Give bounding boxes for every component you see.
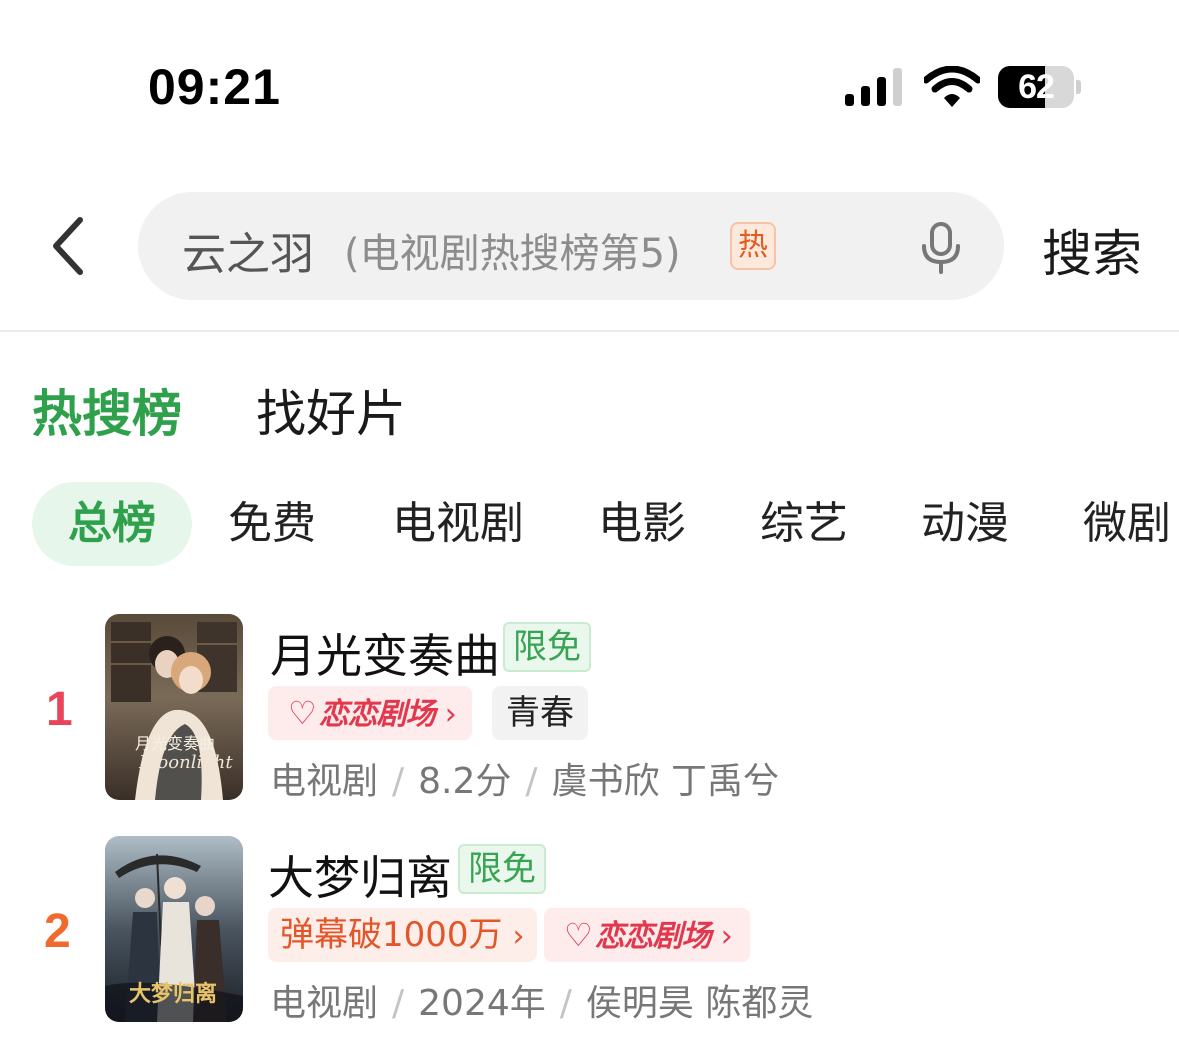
battery-icon: 62 xyxy=(998,66,1082,108)
search-query-text: 云之羽 xyxy=(182,229,314,280)
meta-separator: / xyxy=(525,761,538,802)
free-badge: 限免 xyxy=(458,844,546,894)
search-hint-text: (电视剧热搜榜第5) xyxy=(344,231,681,277)
chevron-right-icon: › xyxy=(444,697,457,732)
page: 09:21 62 云之羽 (电视剧热搜榜第5) 热 搜索 热搜榜 找好片 总榜 … xyxy=(0,0,1179,1051)
brand-tag-button[interactable]: ♡恋恋剧场 › xyxy=(544,908,750,962)
brand-tag-button[interactable]: ♡恋恋剧场 › xyxy=(268,686,472,740)
battery-cap xyxy=(1076,80,1081,94)
heart-logo-icon: ♡ xyxy=(288,694,317,732)
meta-separator: / xyxy=(559,983,572,1024)
chevron-right-icon: › xyxy=(720,919,733,954)
chip-variety[interactable]: 综艺 xyxy=(760,482,848,566)
show-cast: 侯明昊 陈都灵 xyxy=(585,983,814,1024)
divider xyxy=(0,330,1179,332)
tab-hot-search[interactable]: 热搜榜 xyxy=(32,374,182,446)
show-title[interactable]: 月光变奏曲 xyxy=(270,620,500,686)
rank-number: 1 xyxy=(46,683,73,736)
heart-logo-icon: ♡ xyxy=(564,916,593,954)
chip-movies[interactable]: 电影 xyxy=(598,482,686,566)
promo-tag-text: 弹幕破1000万 xyxy=(280,915,503,955)
chevron-right-icon: › xyxy=(512,919,525,954)
battery-percent: 62 xyxy=(1018,68,1055,106)
rank-number: 2 xyxy=(44,905,71,958)
poster-title-text: 大梦归离 xyxy=(129,981,218,1007)
hot-badge: 热 xyxy=(730,222,776,270)
show-type: 电视剧 xyxy=(270,983,379,1024)
poster-image[interactable]: 月光变奏曲 Moonlight xyxy=(105,614,243,800)
back-chevron-icon[interactable] xyxy=(46,214,90,278)
chip-overall[interactable]: 总榜 xyxy=(32,482,192,566)
cellular-signal-icon xyxy=(845,68,902,106)
search-input[interactable]: 云之羽 (电视剧热搜榜第5) 热 xyxy=(138,192,1004,300)
status-time: 09:21 xyxy=(148,59,281,115)
show-type: 电视剧 xyxy=(270,761,379,802)
show-title[interactable]: 大梦归离 xyxy=(268,842,452,908)
chip-tv-series[interactable]: 电视剧 xyxy=(392,482,524,566)
brand-logo-text: 恋恋剧场 xyxy=(594,919,712,954)
free-badge: 限免 xyxy=(503,622,591,672)
search-button[interactable]: 搜索 xyxy=(1042,214,1142,286)
poster-script-text: Moonlight xyxy=(139,752,233,773)
show-meta: 电视剧 / 8.2分 / 虞书欣 丁禹兮 xyxy=(270,752,779,804)
tab-find-shows[interactable]: 找好片 xyxy=(256,374,406,446)
meta-separator: / xyxy=(392,983,405,1024)
chip-anime[interactable]: 动漫 xyxy=(921,482,1009,566)
show-cast: 虞书欣 丁禹兮 xyxy=(551,761,780,802)
wifi-icon xyxy=(924,66,980,107)
show-score: 8.2分 xyxy=(418,761,512,802)
chip-micro-drama[interactable]: 微剧 xyxy=(1083,482,1171,566)
battery-body: 62 xyxy=(998,66,1074,108)
show-meta: 电视剧 / 2024年 / 侯明昊 陈都灵 xyxy=(270,974,813,1026)
status-bar: 09:21 62 xyxy=(0,0,1179,140)
meta-separator: / xyxy=(392,761,405,802)
microphone-icon[interactable] xyxy=(918,222,964,274)
chip-free[interactable]: 免费 xyxy=(228,482,316,566)
poster-title-text: 月光变奏曲 xyxy=(135,734,216,753)
genre-tag[interactable]: 青春 xyxy=(492,686,588,740)
poster-image[interactable]: 大梦归离 xyxy=(105,836,243,1022)
promo-tag-button[interactable]: 弹幕破1000万 › xyxy=(268,908,537,962)
show-year: 2024年 xyxy=(418,983,546,1024)
brand-logo-text: 恋恋剧场 xyxy=(318,697,436,732)
